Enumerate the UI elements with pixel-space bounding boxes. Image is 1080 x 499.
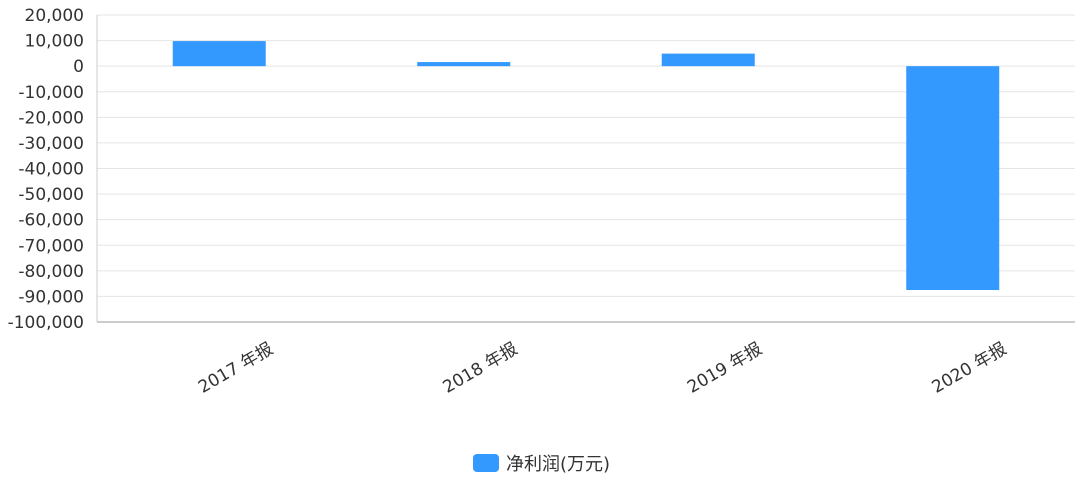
bar[interactable]	[906, 66, 1000, 291]
y-tick-label: -40,000	[18, 160, 84, 180]
chart-container: 20,000 10,000 0 -10,000 -20,000 -30,000 -40,00…	[0, 0, 1080, 495]
legend[interactable]: 净利润(万元)	[473, 454, 610, 475]
legend-label[interactable]: 净利润(万元)	[506, 454, 610, 475]
bar[interactable]	[172, 41, 266, 67]
x-tick-label: 2017 年报	[195, 339, 277, 398]
x-tick-label: 2019 年报	[684, 339, 766, 398]
y-tick-label: 20,000	[25, 6, 84, 26]
y-tick-label: -60,000	[18, 211, 84, 231]
x-tick-label: 2020 年报	[929, 339, 1011, 398]
legend-swatch[interactable]	[473, 454, 499, 472]
y-tick-label: -10,000	[18, 83, 84, 103]
bar[interactable]	[661, 53, 755, 67]
y-tick-label: -100,000	[8, 313, 84, 333]
y-tick-label: -30,000	[18, 134, 84, 154]
bar[interactable]	[417, 62, 511, 67]
y-tick-label: -50,000	[18, 185, 84, 205]
y-tick-label: 0	[73, 57, 84, 77]
y-tick-label: -90,000	[18, 287, 84, 307]
y-axis-ticks: 20,000 10,000 0 -10,000 -20,000 -30,000 -40,00…	[8, 6, 84, 333]
y-tick-label: -70,000	[18, 236, 84, 256]
bars	[172, 41, 1000, 291]
y-tick-label: -80,000	[18, 262, 84, 282]
bar-chart: 20,000 10,000 0 -10,000 -20,000 -30,000 -40,00…	[8, 6, 1075, 475]
y-tick-label: 10,000	[25, 32, 84, 52]
y-tick-label: -20,000	[18, 108, 84, 128]
x-axis-ticks: 2017 年报 2018 年报 2019 年报 2020 年报	[195, 339, 1010, 398]
x-tick-label: 2018 年报	[440, 339, 522, 398]
